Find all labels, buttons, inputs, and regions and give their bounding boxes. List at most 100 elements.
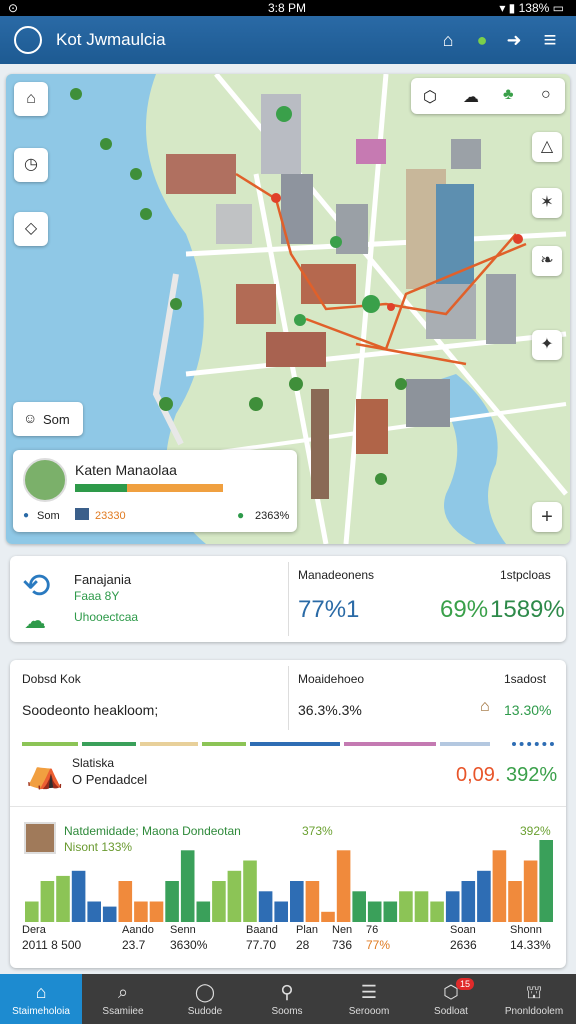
tree-icon[interactable]: ♣: [503, 86, 514, 104]
chart-label-top: Senn: [170, 924, 196, 936]
chart-bar: [180, 850, 195, 922]
profile-icon: ⛫: [525, 982, 543, 1002]
cloud-green-icon: ☁: [24, 608, 46, 633]
doc-icon: [75, 508, 89, 520]
profile-progress-fill: [75, 484, 127, 492]
chart-bar: [290, 881, 304, 922]
leaf-icon[interactable]: ❧: [532, 246, 562, 276]
chart-label-top: Nen: [332, 924, 353, 936]
list-icon: ☰: [360, 982, 378, 1002]
map-tools: ⬡ ☁ ♣ ○: [411, 78, 565, 114]
clock-icon[interactable]: ◷: [14, 148, 48, 182]
chart-label-top: Shonn: [510, 924, 542, 936]
arrow-right-icon[interactable]: ➜: [502, 28, 526, 52]
metric-label: Manadeonens: [298, 568, 375, 582]
chart-bar: [227, 870, 242, 922]
stats-sub-text: O Pendadcel: [72, 772, 148, 787]
chart-bar: [165, 881, 179, 922]
status-dot-icon: ●: [237, 508, 245, 522]
nav-item-box[interactable]: ⬡ Sodloat 15: [410, 974, 492, 1024]
chart-bar: [399, 891, 413, 922]
box-icon: ⬡: [443, 982, 459, 1002]
chart-bar: [25, 901, 39, 922]
chart-bar: [258, 891, 273, 922]
chart-label-top: Dera: [22, 924, 46, 936]
dot-icon: ●: [23, 510, 30, 521]
chart-label-top: 76: [366, 924, 379, 936]
chart-label-bottom: 14.33%: [510, 938, 551, 952]
shield-icon[interactable]: ⬡: [423, 87, 437, 107]
chart-bar: [539, 840, 553, 922]
city-map[interactable]: ⌂ ◷ ◇ ⬡ ☁ ♣ ○ △ ✶ ❧ ✦ + ☺ Som Katen Mana…: [6, 74, 570, 544]
chat-icon: ◯: [194, 982, 216, 1002]
cloud-icon[interactable]: ☁: [463, 87, 479, 107]
menu-icon[interactable]: ≡: [538, 28, 562, 52]
chart-label-bottom: 736: [332, 938, 353, 952]
bottom-nav: ⌂ Staimeholoia ⌕ Ssamiiee ◯ Sudode ⚲ Soo…: [0, 974, 576, 1024]
nav-item-search[interactable]: ⌕ Ssamiiee: [82, 974, 164, 1024]
profile-stat-left: Som: [37, 510, 60, 522]
search-chip[interactable]: ☺ Som: [13, 402, 83, 436]
nav-item-pin[interactable]: ⚲ Sooms: [246, 974, 328, 1024]
chart-bar: [71, 870, 86, 922]
stats-title-right: 1sadost: [504, 672, 547, 686]
chart-bar: [477, 870, 491, 922]
stats-row-mid: 36.3%.3%: [298, 702, 362, 718]
stats-row-right: 13.30%: [504, 702, 552, 718]
chart-label-top: Baand: [246, 924, 278, 936]
status-battery: ▾ ▮ 138% ▭: [499, 1, 564, 15]
status-bar: ⊙ 3:8 PM ▾ ▮ 138% ▭: [0, 0, 576, 16]
tag-icon[interactable]: ◇: [14, 212, 48, 246]
metric-value-blue: 77%1: [298, 596, 360, 623]
chart-bar: [134, 901, 148, 922]
chart-bar: [352, 891, 366, 922]
bar-chart: [25, 840, 553, 922]
profile-stat-right: 2363%: [255, 510, 290, 522]
chart-bar: [336, 850, 351, 922]
chart-label-top: Soan: [450, 924, 476, 936]
home-icon[interactable]: ⌂: [436, 28, 460, 52]
nav-item-chat[interactable]: ◯ Sudode: [164, 974, 246, 1024]
chart-bar: [196, 901, 211, 922]
star-icon[interactable]: ✶: [532, 188, 562, 218]
stats-row-left: Soodeonto heakloom;: [22, 702, 159, 718]
avatar: [23, 458, 67, 502]
pin-icon: ⚲: [280, 982, 294, 1002]
nav-item-profile[interactable]: ⛫ Pnonldoolem: [492, 974, 576, 1024]
chart-bar: [367, 901, 382, 922]
zoom-in-button[interactable]: +: [532, 502, 562, 532]
stats-value-orange: 0,09.: [456, 764, 501, 786]
summary-subtitle: Faaa 8Y: [74, 589, 120, 603]
chart-bar: [523, 860, 538, 922]
ring-icon[interactable]: ○: [541, 86, 551, 104]
chart-label-top: Aando: [122, 924, 154, 936]
nav-item-home[interactable]: ⌂ Staimeholoia: [0, 974, 82, 1024]
triangle-icon[interactable]: △: [532, 132, 562, 162]
summary-card[interactable]: ⟲ ☁ Fanajania Faaa 8Y Uhooectcaa Manadeo…: [10, 556, 566, 642]
search-chip-icon: ☺: [23, 410, 38, 426]
chart-bar: [430, 901, 444, 922]
app-title: Kot Jwmaulcia: [56, 30, 166, 49]
profile-progress: [75, 484, 223, 492]
search-chip-label: Som: [43, 412, 70, 427]
summary-title: Fanajania: [74, 572, 132, 587]
metric-label-right: 1stpcloas: [500, 568, 551, 582]
chart-bar: [321, 911, 335, 922]
profile-card[interactable]: Katen Manaolaa ● Som 23330 ● 2363%: [13, 450, 297, 532]
compass-icon[interactable]: ✦: [532, 330, 562, 360]
color-strip: [22, 742, 554, 746]
nav-item-list[interactable]: ☰ Serooom: [328, 974, 410, 1024]
chart-label-bottom: 3630%: [170, 938, 208, 952]
location-icon[interactable]: ●: [470, 28, 494, 52]
chart-bar: [118, 881, 133, 922]
profile-name: Katen Manaolaa: [75, 462, 177, 478]
chart-bar: [87, 901, 101, 922]
layers-icon[interactable]: ⌂: [14, 82, 48, 116]
refresh-icon: ⟲: [22, 567, 51, 605]
status-time: 3:8 PM: [268, 1, 307, 15]
stats-title-mid: Moaidehoeo: [298, 672, 365, 686]
summary-tag: Uhooectcaa: [74, 610, 139, 624]
notification-icon: ⊙: [8, 1, 19, 15]
chart-label-bottom: 2011 8 500: [22, 938, 82, 952]
chart-label-bottom: 28: [296, 938, 310, 952]
